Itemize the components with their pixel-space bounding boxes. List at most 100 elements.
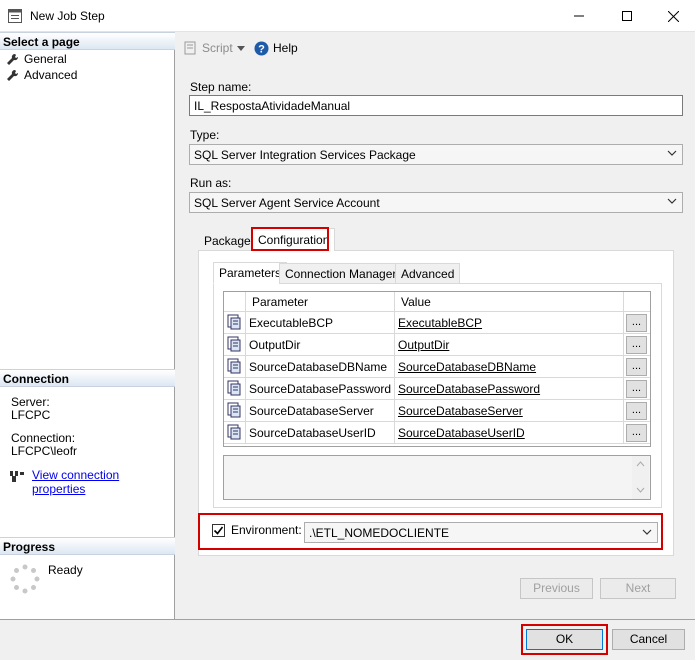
parameter-edit-cell: ...: [624, 422, 650, 444]
parameter-icon-cell: [224, 312, 246, 334]
table-row[interactable]: SourceDatabaseServer SourceDatabaseServer…: [224, 400, 650, 422]
run-as-select[interactable]: SQL Server Agent Service Account: [189, 192, 683, 213]
close-window-button[interactable]: [650, 0, 695, 32]
minimize-button[interactable]: [556, 0, 602, 32]
parameter-icon: [226, 336, 242, 355]
maximize-icon: [622, 11, 632, 21]
help-label: Help: [273, 41, 298, 55]
column-header-value[interactable]: Value: [395, 292, 624, 312]
parameter-name-cell[interactable]: SourceDatabaseUserID: [246, 422, 395, 444]
type-select[interactable]: SQL Server Integration Services Package: [189, 144, 683, 165]
parameter-icon: [226, 314, 242, 333]
ellipsis-button[interactable]: ...: [626, 314, 647, 332]
close-icon: [667, 10, 679, 22]
script-button[interactable]: Script: [183, 40, 233, 56]
script-icon: [184, 41, 196, 55]
ellipsis-button[interactable]: ...: [626, 424, 647, 442]
tab-parameters[interactable]: Parameters: [213, 262, 288, 284]
help-button[interactable]: ? Help: [254, 40, 298, 56]
column-header-parameter[interactable]: Parameter: [246, 292, 395, 312]
minimize-icon: [574, 15, 584, 17]
table-row[interactable]: SourceDatabaseDBName SourceDatabaseDBName…: [224, 356, 650, 378]
parameter-name-cell[interactable]: ExecutableBCP: [246, 312, 395, 334]
parameter-value-cell[interactable]: SourceDatabaseDBName: [395, 356, 624, 378]
parameter-icon-cell: [224, 422, 246, 444]
scroll-up-icon: [636, 461, 645, 467]
parameter-description-box: [223, 455, 651, 500]
progress-status: Ready: [48, 563, 83, 577]
parameter-icon-cell: [224, 400, 246, 422]
scroll-down-icon: [636, 487, 645, 493]
parameter-value-cell[interactable]: ExecutableBCP: [395, 312, 624, 334]
page-item-advanced[interactable]: Advanced: [6, 67, 77, 83]
chevron-down-icon: [667, 198, 677, 204]
parameter-value-cell[interactable]: OutputDir: [395, 334, 624, 356]
page-item-general-label: General: [24, 52, 67, 66]
table-row[interactable]: ExecutableBCP ExecutableBCP...: [224, 312, 650, 334]
progress-header: Progress: [0, 537, 175, 555]
column-header-edit: [624, 292, 650, 312]
footer-divider: [0, 619, 695, 620]
cancel-button[interactable]: Cancel: [612, 629, 685, 650]
parameter-icon: [226, 358, 242, 377]
ellipsis-button[interactable]: ...: [626, 402, 647, 420]
connection-value: LFCPC\leofr: [11, 444, 78, 458]
script-dropdown-button[interactable]: [237, 40, 245, 56]
parameter-edit-cell: ...: [624, 312, 650, 334]
ellipsis-button[interactable]: ...: [626, 358, 647, 376]
chevron-down-icon: [667, 150, 677, 156]
parameter-value-cell[interactable]: SourceDatabaseUserID: [395, 422, 624, 444]
script-label: Script: [202, 41, 233, 55]
tab-connection-managers[interactable]: Connection Managers: [279, 263, 409, 284]
parameter-name-cell[interactable]: SourceDatabasePassword: [246, 378, 395, 400]
window-app-icon: [8, 9, 22, 26]
maximize-button[interactable]: [604, 0, 650, 32]
parameter-name-cell[interactable]: SourceDatabaseServer: [246, 400, 395, 422]
environment-row-highlight: [198, 513, 663, 550]
parameter-value-cell[interactable]: SourceDatabasePassword: [395, 378, 624, 400]
table-row[interactable]: SourceDatabaseUserID SourceDatabaseUserID…: [224, 422, 650, 444]
parameter-edit-cell: ...: [624, 378, 650, 400]
tab-package[interactable]: Package: [198, 229, 257, 251]
type-label: Type:: [190, 128, 220, 142]
parameter-icon-cell: [224, 356, 246, 378]
step-name-label: Step name:: [190, 80, 252, 94]
ellipsis-button[interactable]: ...: [626, 336, 647, 354]
step-name-input[interactable]: IL_RespostaAtividadeManual: [189, 95, 683, 116]
parameter-edit-cell: ...: [624, 400, 650, 422]
run-as-select-value: SQL Server Agent Service Account: [194, 196, 380, 210]
table-row[interactable]: OutputDir OutputDir...: [224, 334, 650, 356]
connection-properties-icon: [9, 469, 25, 486]
view-connection-properties-link[interactable]: View connection properties: [32, 468, 174, 496]
grid-row-header-corner: [224, 292, 246, 312]
tab-advanced[interactable]: Advanced: [395, 263, 461, 284]
page-item-advanced-label: Advanced: [24, 68, 78, 82]
server-value: LFCPC: [11, 408, 51, 422]
parameter-icon-cell: [224, 334, 246, 356]
page-item-general[interactable]: General: [6, 51, 67, 67]
type-select-value: SQL Server Integration Services Package: [194, 148, 416, 162]
parameter-icon: [226, 402, 242, 421]
parameter-name-cell[interactable]: SourceDatabaseDBName: [246, 356, 395, 378]
wrench-icon: [7, 69, 19, 81]
help-icon: ?: [254, 41, 269, 55]
connection-header: Connection: [0, 369, 175, 387]
window-title: New Job Step: [30, 9, 105, 23]
parameter-edit-cell: ...: [624, 334, 650, 356]
ellipsis-button[interactable]: ...: [626, 380, 647, 398]
run-as-label: Run as:: [190, 176, 232, 190]
next-button[interactable]: Next: [600, 578, 676, 599]
select-page-header: Select a page: [0, 32, 175, 50]
chevron-down-icon: [237, 45, 245, 51]
description-scrollbar[interactable]: [632, 456, 649, 499]
parameter-icon-cell: [224, 378, 246, 400]
parameter-name-cell[interactable]: OutputDir: [246, 334, 395, 356]
table-row[interactable]: SourceDatabasePassword SourceDatabasePass…: [224, 378, 650, 400]
wrench-icon: [7, 53, 19, 65]
parameters-grid: Parameter Value ExecutableBCP ExecutableB…: [223, 291, 651, 447]
previous-button[interactable]: Previous: [520, 578, 593, 599]
svg-text:?: ?: [258, 43, 265, 55]
parameter-icon: [226, 380, 242, 399]
parameter-value-cell[interactable]: SourceDatabaseServer: [395, 400, 624, 422]
title-bar: New Job Step: [0, 0, 695, 32]
